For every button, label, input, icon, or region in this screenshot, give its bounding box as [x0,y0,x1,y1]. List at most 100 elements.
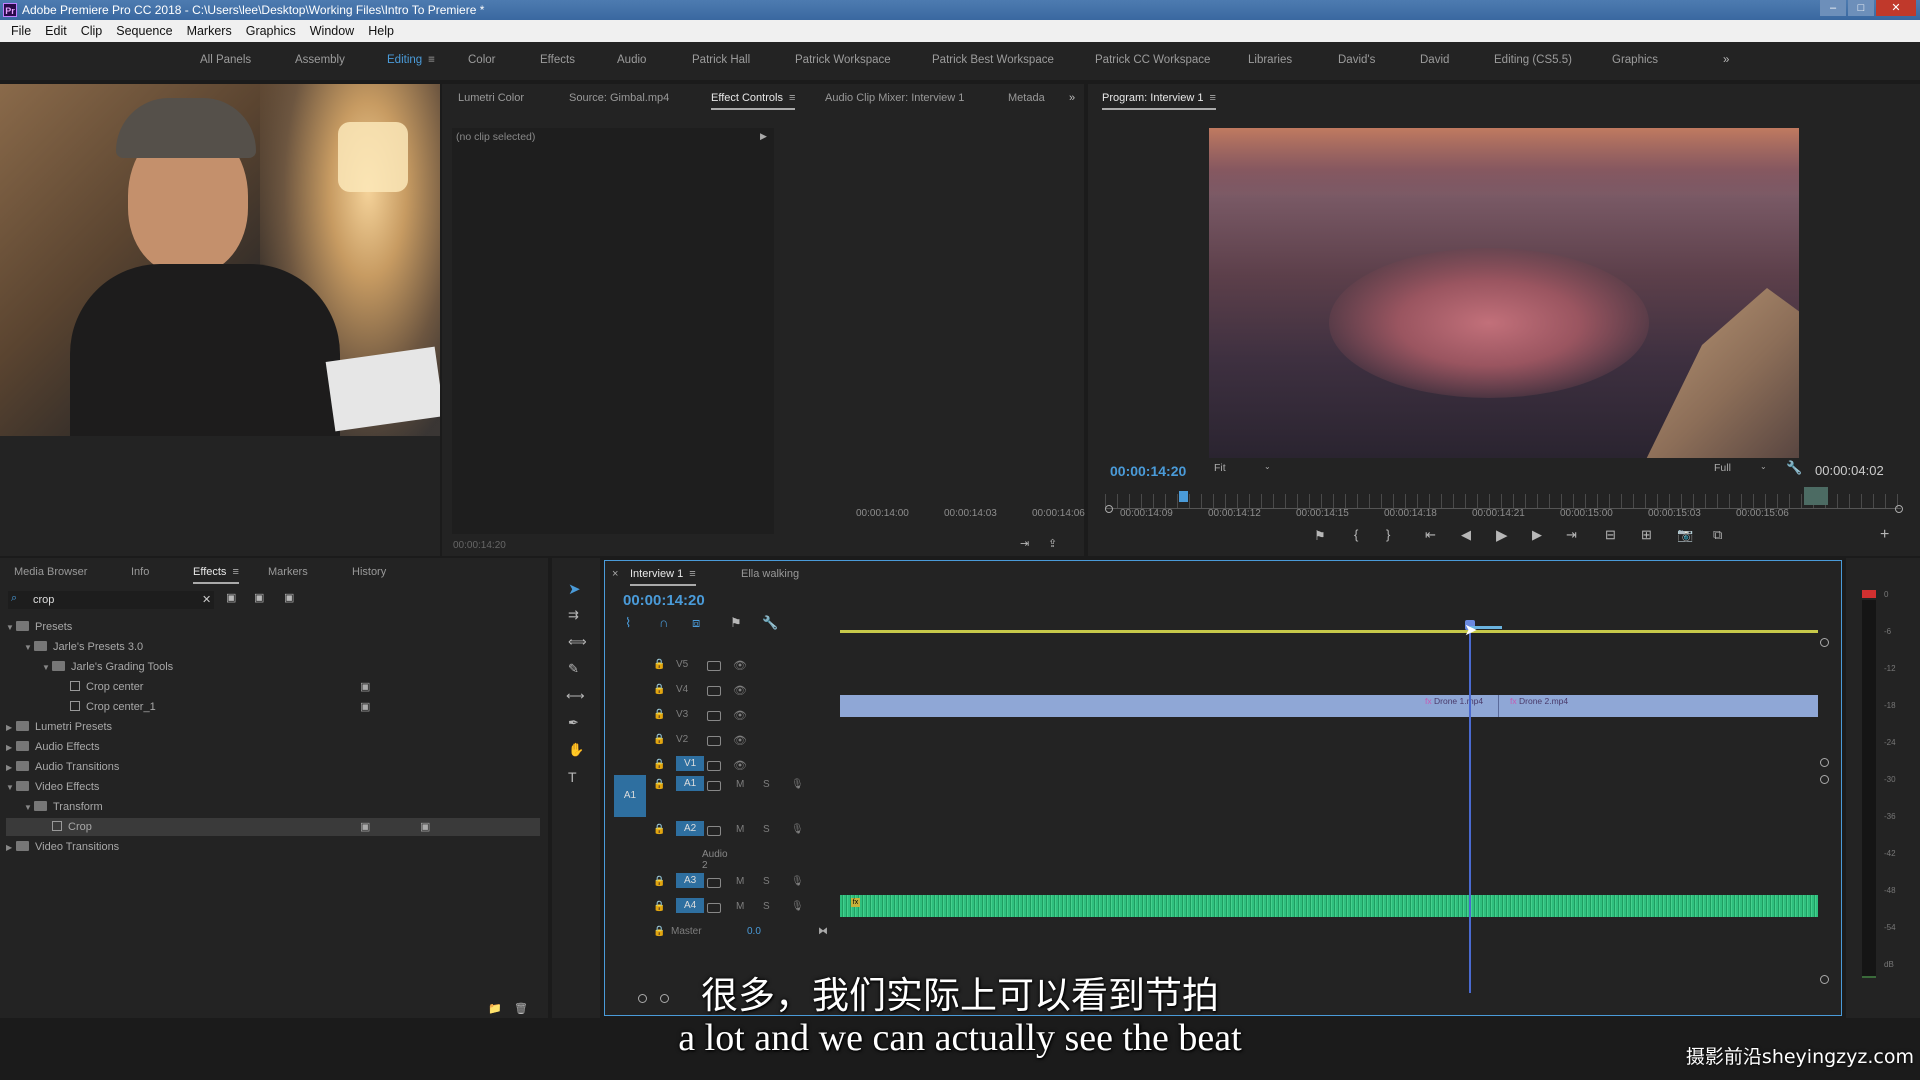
tree-item[interactable]: ▼ Presets [6,618,540,636]
menu-sequence[interactable]: Sequence [109,20,179,42]
expand-open-icon[interactable]: ▼ [6,619,16,637]
expand-open-icon[interactable]: ▼ [6,779,16,797]
tab-media-browser[interactable]: Media Browser [14,566,87,578]
workspace-davids[interactable]: David's [1338,54,1375,66]
tree-item[interactable]: Crop center_1 ▣ [6,698,540,716]
effects-menu-icon[interactable]: ≡ [232,566,238,578]
export-frame-icon[interactable]: ⇥ [1020,537,1029,550]
tab-interview-1[interactable]: Interview 1 ≡ [630,568,696,586]
clip-drone-1[interactable]: fx Drone 1.mp4 [1425,696,1483,706]
expand-closed-icon[interactable]: ▶ [6,719,16,737]
lock-icon[interactable]: 🔒 [653,684,665,695]
workspace-libraries[interactable]: Libraries [1248,54,1292,66]
sync-lock-icon[interactable] [707,711,721,721]
go-to-in-icon[interactable]: ⇤ [1425,527,1436,543]
expand-closed-icon[interactable]: ▶ [6,759,16,777]
program-time-ruler[interactable] [1105,494,1901,508]
workspace-patrick-hall[interactable]: Patrick Hall [692,54,750,66]
track-label[interactable]: V3 [676,709,688,720]
minimize-icon[interactable]: – [1820,0,1846,16]
track-label[interactable]: V2 [676,734,688,745]
expand-closed-icon[interactable]: ▶ [6,839,16,857]
eye-icon[interactable]: 👁 [733,659,747,672]
voiceover-icon[interactable]: 🎙 [791,779,804,790]
selection-tool-icon[interactable]: ➤ [568,580,581,598]
tab-lumetri-color[interactable]: Lumetri Color [458,92,524,104]
accelerated-effects-icon[interactable]: ▣ [226,591,236,604]
tab-info[interactable]: Info [131,566,149,578]
workspace-color[interactable]: Color [468,54,495,66]
program-playhead[interactable] [1179,491,1188,502]
maximize-icon[interactable]: □ [1848,0,1874,16]
slip-tool-icon[interactable]: ⟷ [566,688,585,704]
track-label[interactable]: A2 [676,821,705,836]
lift-icon[interactable]: ⊟ [1605,527,1616,543]
a4-audio-clip[interactable] [840,895,1818,917]
menu-graphics[interactable]: Graphics [239,20,303,42]
workspace-editing-cs55[interactable]: Editing (CS5.5) [1494,54,1572,66]
eye-icon[interactable]: 👁 [733,684,747,697]
lock-icon[interactable]: 🔒 [653,659,665,670]
menu-window[interactable]: Window [303,20,361,42]
mark-in-icon[interactable]: { [1354,527,1358,542]
tree-item[interactable]: ▶ Video Transitions [6,838,540,856]
sync-lock-icon[interactable] [707,878,721,888]
track-select-tool-icon[interactable]: ⇉ [568,607,579,623]
tab-effects[interactable]: Effects ≡ [193,566,239,584]
fit-dropdown[interactable]: Fit ⌄ [1214,462,1274,479]
menu-edit[interactable]: Edit [38,20,74,42]
workspace-editing[interactable]: Editing ≡ [387,54,435,66]
solo-button[interactable]: S [763,779,770,790]
yuv-effects-icon[interactable]: ▣ [284,591,294,604]
sync-lock-icon[interactable] [707,736,721,746]
tree-item[interactable]: ▼ Jarle's Presets 3.0 [6,638,540,656]
tab-source[interactable]: Source: Gimbal.mp4 [569,92,669,104]
workspace-patrick-best[interactable]: Patrick Best Workspace [932,54,1054,66]
tab-ella-walking[interactable]: Ella walking [741,568,799,580]
program-menu-icon[interactable]: ≡ [1209,92,1215,104]
panel-menu-icon[interactable]: ≡ [789,92,795,104]
add-marker-icon[interactable]: ⚑ [1314,528,1326,544]
v3-clip-band[interactable] [840,695,1818,717]
snap-icon[interactable]: ∩ [659,615,668,630]
compare-view-icon[interactable]: ⧉ [1713,527,1722,543]
expand-arrow-icon[interactable]: ▶ [760,131,767,142]
mute-button[interactable]: M [736,824,744,835]
v-scroll-top[interactable] [1820,638,1829,647]
workspace-patrick-workspace[interactable]: Patrick Workspace [795,54,891,66]
sync-lock-icon[interactable] [707,903,721,913]
a-scroll-top[interactable] [1820,775,1829,784]
lock-icon[interactable]: 🔒 [653,926,665,937]
go-to-out-icon[interactable]: ⇥ [1566,527,1577,543]
lock-icon[interactable]: 🔒 [653,901,665,912]
menu-file[interactable]: File [4,20,38,42]
timeline-marker-icon[interactable]: ⚑ [730,615,742,631]
master-volume[interactable]: 0.0 [747,926,761,937]
track-label[interactable]: A1 [676,776,705,791]
menu-markers[interactable]: Markers [180,20,239,42]
sync-lock-icon[interactable] [707,781,721,791]
tree-item[interactable]: ▼ Video Effects [6,778,540,796]
tab-program[interactable]: Program: Interview 1 ≡ [1102,92,1216,110]
go-to-edit-point-icon[interactable]: ⧓ [818,926,828,937]
workspace-david[interactable]: David [1420,54,1449,66]
pen-tool-icon[interactable]: ✒ [568,715,579,731]
menu-clip[interactable]: Clip [74,20,110,42]
menu-help[interactable]: Help [361,20,401,42]
clear-search-icon[interactable]: ✕ [202,593,211,606]
step-forward-icon[interactable]: ▶ [1532,527,1542,543]
expand-open-icon[interactable]: ▼ [24,639,34,657]
zoom-handle-right[interactable] [1895,505,1903,513]
workspace-overflow-icon[interactable]: » [1723,54,1729,66]
mute-button[interactable]: M [736,779,744,790]
solo-button[interactable]: S [763,876,770,887]
32bit-effects-icon[interactable]: ▣ [254,591,264,604]
razor-tool-icon[interactable]: ✎ [568,661,579,677]
type-tool-icon[interactable]: T [568,769,577,785]
track-label[interactable]: V1 [676,756,705,771]
step-back-icon[interactable]: ◀ [1461,527,1471,543]
wrench-icon[interactable]: 🔧 [1786,460,1802,476]
mute-button[interactable]: M [736,876,744,887]
clip-drone-2[interactable]: fx Drone 2.mp4 [1510,696,1568,706]
track-label[interactable]: V4 [676,684,688,695]
